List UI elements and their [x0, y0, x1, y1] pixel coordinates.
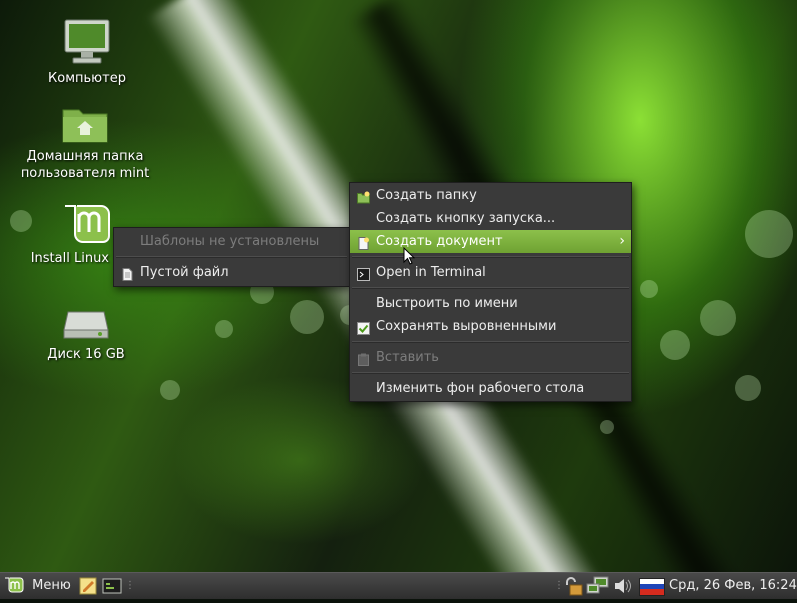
menu-separator [352, 372, 629, 374]
panel-handle[interactable]: ⋮ [554, 576, 564, 596]
desktop-context-menu: Создать папку Создать кнопку запуска... … [349, 182, 632, 402]
menu-item-create-document[interactable]: Создать документ › [350, 230, 631, 253]
desktop-icon-label: Компьютер [48, 71, 126, 86]
menu-separator [352, 287, 629, 289]
clock[interactable]: Срд, 26 Фев, 16:24 [669, 576, 797, 596]
folder-new-icon [357, 189, 370, 204]
taskbar-panel: Меню ⋮ ⋮ Срд, 26 Фев, 16:24 [0, 572, 797, 599]
update-manager-lock-icon[interactable] [562, 576, 584, 596]
submenu-item-no-templates: Шаблоны не установлены [140, 234, 320, 249]
menu-item-arrange-by-name[interactable]: Выстроить по имени [350, 292, 631, 315]
desktop-icon-computer[interactable]: Компьютер [17, 18, 157, 87]
menu-item-create-launcher[interactable]: Создать кнопку запуска... [350, 207, 631, 230]
network-icon[interactable] [586, 576, 610, 596]
menu-item-change-wallpaper[interactable]: Изменить фон рабочего стола [350, 377, 631, 400]
menu-item-open-terminal[interactable]: Open in Terminal [350, 261, 631, 284]
menu-separator [352, 341, 629, 343]
desktop-icon-label: Домашняя папка пользователя mint [20, 149, 150, 181]
linux-mint-logo-icon [62, 204, 110, 246]
file-icon [121, 266, 134, 281]
computer-icon [63, 18, 111, 66]
create-document-submenu: Шаблоны не установлены Пустой файл [113, 227, 350, 287]
menu-item-create-folder[interactable]: Создать папку [350, 184, 631, 207]
paste-icon [357, 351, 370, 366]
menu-item-paste: Вставить [350, 346, 631, 369]
submenu-arrow-icon: › [619, 233, 625, 249]
terminal-icon [357, 266, 370, 281]
main-menu-button[interactable]: Меню [4, 576, 72, 596]
mouse-cursor-icon [403, 246, 416, 265]
checkbox-checked-icon [357, 320, 370, 335]
menu-separator [116, 256, 347, 258]
panel-handle[interactable]: ⋮ [125, 576, 135, 596]
menu-separator [352, 256, 629, 258]
keyboard-layout-flag-icon[interactable] [639, 578, 665, 596]
desktop-icon-label: Диск 16 GB [47, 347, 125, 362]
text-editor-launcher[interactable] [78, 576, 98, 596]
terminal-launcher[interactable] [102, 576, 122, 596]
volume-icon[interactable] [613, 576, 633, 596]
desktop-icon-home-folder[interactable]: Домашняя папка пользователя mint [15, 104, 155, 182]
document-new-icon [357, 235, 370, 250]
linux-mint-menu-icon [4, 577, 24, 595]
text-editor-icon [79, 577, 97, 595]
hard-disk-icon [62, 308, 110, 342]
terminal-icon [102, 578, 122, 594]
menu-item-keep-aligned[interactable]: Сохранять выровненными [350, 315, 631, 338]
desktop-icon-disk[interactable]: Диск 16 GB [16, 308, 156, 363]
submenu-item-empty-file[interactable]: Пустой файл [114, 261, 349, 284]
home-folder-icon [61, 104, 109, 144]
